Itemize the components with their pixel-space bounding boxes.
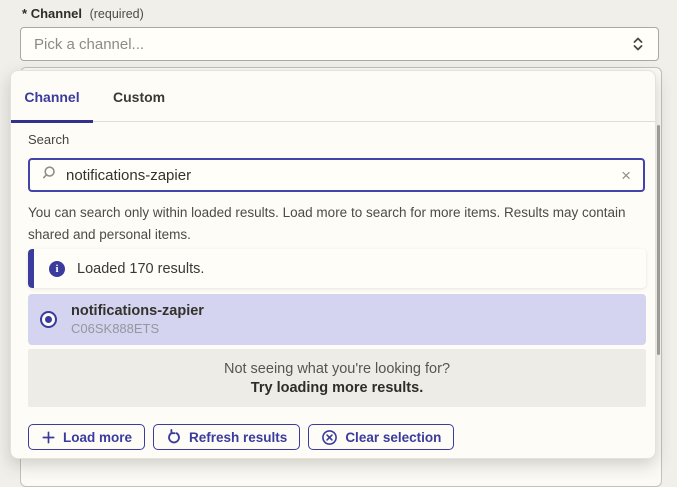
channel-select-placeholder: Pick a channel... (34, 36, 630, 53)
required-marker: * (22, 6, 27, 21)
tab-custom-label: Custom (113, 89, 165, 105)
channel-field-label: * Channel (required) (22, 6, 144, 21)
search-help-text: You can search only within loaded result… (28, 202, 648, 245)
scrollbar-thumb[interactable] (657, 125, 660, 355)
clear-circle-icon (321, 429, 338, 446)
load-more-button[interactable]: Load more (28, 424, 145, 450)
radio-dot (45, 316, 52, 323)
plus-icon (41, 430, 56, 445)
empty-hint-box: Not seeing what you're looking for? Try … (28, 349, 646, 407)
chevron-updown-icon (630, 36, 646, 52)
dropdown-tabbar: Channel Custom (11, 71, 655, 122)
footer-button-row: Load more Refresh results Clear selectio… (28, 424, 454, 450)
result-texts: notifications-zapier C06SK888ETS (71, 303, 204, 336)
refresh-icon (166, 429, 182, 445)
radio-selected-icon[interactable] (40, 311, 57, 328)
alert-text: Loaded 170 results. (77, 261, 204, 277)
clear-selection-button[interactable]: Clear selection (308, 424, 454, 450)
loaded-results-alert: i Loaded 170 results. (28, 249, 646, 288)
required-note: (required) (90, 7, 144, 21)
result-subtitle: C06SK888ETS (71, 321, 204, 336)
empty-hint-line2: Try loading more results. (251, 380, 423, 396)
channel-select[interactable]: Pick a channel... (20, 27, 659, 61)
refresh-results-button[interactable]: Refresh results (153, 424, 300, 450)
result-item-notifications-zapier[interactable]: notifications-zapier C06SK888ETS (28, 294, 646, 345)
load-more-label: Load more (63, 430, 132, 445)
search-input-wrap: × (28, 158, 645, 192)
info-icon: i (49, 261, 65, 277)
search-icon (41, 165, 57, 186)
search-label: Search (28, 132, 69, 147)
empty-hint-line1: Not seeing what you're looking for? (224, 361, 450, 377)
tab-channel-label: Channel (24, 89, 79, 105)
refresh-results-label: Refresh results (189, 430, 287, 445)
search-input[interactable] (66, 167, 619, 184)
alert-accent-bar (28, 249, 34, 288)
result-title: notifications-zapier (71, 303, 204, 319)
tab-custom[interactable]: Custom (93, 71, 185, 122)
channel-dropdown-panel: Channel Custom Search × You can search o… (10, 70, 656, 459)
channel-field-label-text: Channel (31, 6, 82, 21)
clear-selection-label: Clear selection (345, 430, 441, 445)
tab-channel[interactable]: Channel (11, 71, 93, 122)
clear-search-icon[interactable]: × (619, 167, 633, 184)
